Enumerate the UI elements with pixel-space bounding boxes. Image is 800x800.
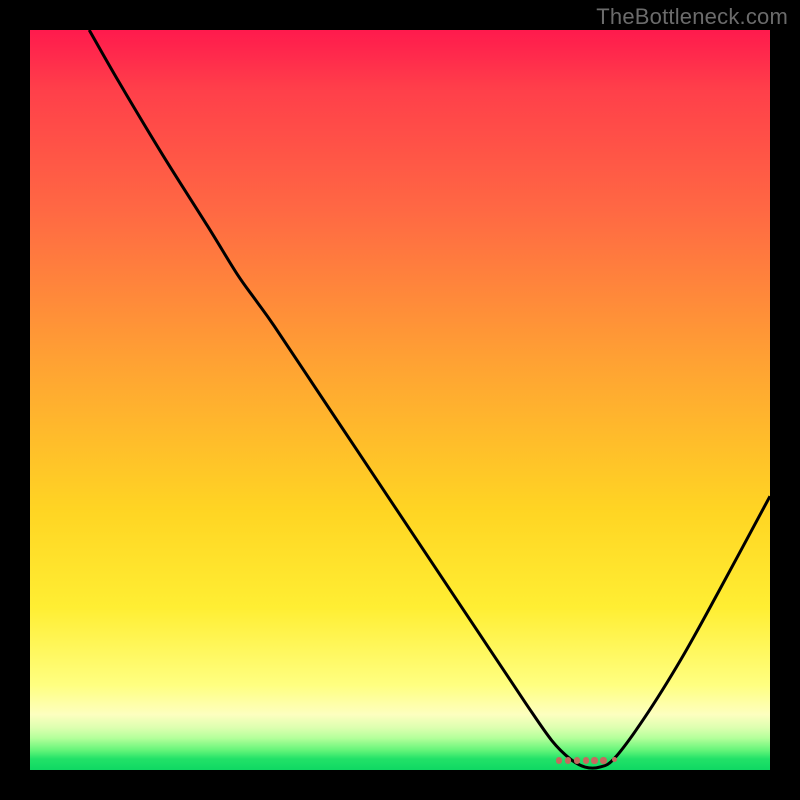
plot-area: [30, 30, 770, 770]
bottleneck-curve: [30, 30, 770, 770]
watermark-text: TheBottleneck.com: [596, 4, 788, 30]
curve-path: [89, 30, 770, 768]
chart-frame: TheBottleneck.com: [0, 0, 800, 800]
